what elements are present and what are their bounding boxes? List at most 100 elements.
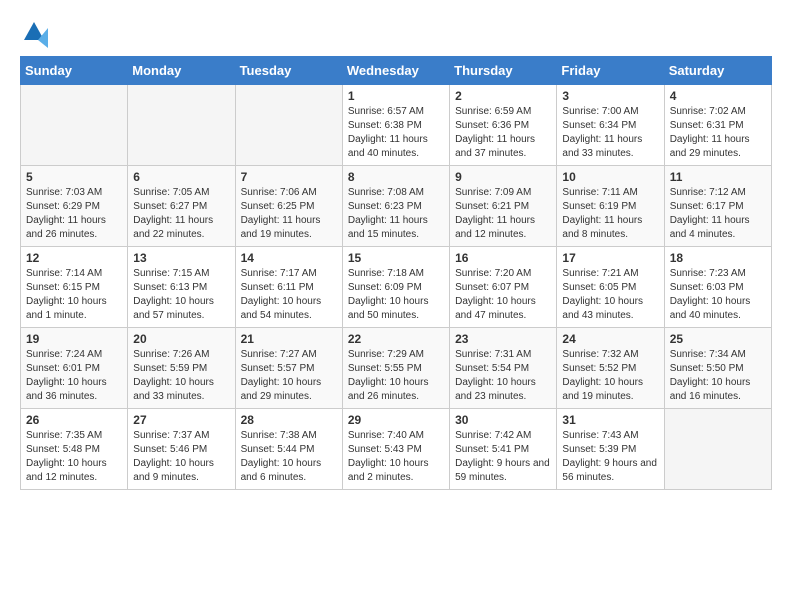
day-info: Sunrise: 7:27 AMSunset: 5:57 PMDaylight:…	[241, 348, 337, 404]
day-cell-3: 3 Sunrise: 7:00 AMSunset: 6:34 PMDayligh…	[557, 85, 664, 166]
day-cell-23: 23 Sunrise: 7:31 AMSunset: 5:54 PMDaylig…	[450, 328, 557, 409]
day-info: Sunrise: 6:57 AMSunset: 6:38 PMDaylight:…	[348, 105, 444, 161]
day-info: Sunrise: 7:09 AMSunset: 6:21 PMDaylight:…	[455, 186, 551, 242]
day-number: 16	[455, 251, 551, 265]
day-info: Sunrise: 7:03 AMSunset: 6:29 PMDaylight:…	[26, 186, 122, 242]
day-number: 3	[562, 89, 658, 103]
day-cell-28: 28 Sunrise: 7:38 AMSunset: 5:44 PMDaylig…	[235, 409, 342, 490]
empty-cell	[235, 85, 342, 166]
empty-cell	[128, 85, 235, 166]
weekday-header-row: SundayMondayTuesdayWednesdayThursdayFrid…	[21, 57, 772, 85]
day-cell-14: 14 Sunrise: 7:17 AMSunset: 6:11 PMDaylig…	[235, 247, 342, 328]
weekday-tuesday: Tuesday	[235, 57, 342, 85]
day-info: Sunrise: 7:26 AMSunset: 5:59 PMDaylight:…	[133, 348, 229, 404]
day-info: Sunrise: 7:43 AMSunset: 5:39 PMDaylight:…	[562, 429, 658, 485]
day-number: 21	[241, 332, 337, 346]
week-row-5: 26 Sunrise: 7:35 AMSunset: 5:48 PMDaylig…	[21, 409, 772, 490]
calendar: SundayMondayTuesdayWednesdayThursdayFrid…	[20, 56, 772, 490]
day-number: 25	[670, 332, 766, 346]
day-cell-11: 11 Sunrise: 7:12 AMSunset: 6:17 PMDaylig…	[664, 166, 771, 247]
day-cell-19: 19 Sunrise: 7:24 AMSunset: 6:01 PMDaylig…	[21, 328, 128, 409]
day-number: 4	[670, 89, 766, 103]
day-info: Sunrise: 7:34 AMSunset: 5:50 PMDaylight:…	[670, 348, 766, 404]
day-number: 20	[133, 332, 229, 346]
day-number: 17	[562, 251, 658, 265]
week-row-4: 19 Sunrise: 7:24 AMSunset: 6:01 PMDaylig…	[21, 328, 772, 409]
day-cell-22: 22 Sunrise: 7:29 AMSunset: 5:55 PMDaylig…	[342, 328, 449, 409]
day-number: 22	[348, 332, 444, 346]
day-cell-5: 5 Sunrise: 7:03 AMSunset: 6:29 PMDayligh…	[21, 166, 128, 247]
day-info: Sunrise: 7:35 AMSunset: 5:48 PMDaylight:…	[26, 429, 122, 485]
empty-cell	[664, 409, 771, 490]
day-cell-13: 13 Sunrise: 7:15 AMSunset: 6:13 PMDaylig…	[128, 247, 235, 328]
day-number: 28	[241, 413, 337, 427]
day-number: 15	[348, 251, 444, 265]
weekday-wednesday: Wednesday	[342, 57, 449, 85]
day-number: 2	[455, 89, 551, 103]
week-row-2: 5 Sunrise: 7:03 AMSunset: 6:29 PMDayligh…	[21, 166, 772, 247]
day-cell-6: 6 Sunrise: 7:05 AMSunset: 6:27 PMDayligh…	[128, 166, 235, 247]
weekday-friday: Friday	[557, 57, 664, 85]
day-number: 7	[241, 170, 337, 184]
day-info: Sunrise: 7:29 AMSunset: 5:55 PMDaylight:…	[348, 348, 444, 404]
day-info: Sunrise: 7:06 AMSunset: 6:25 PMDaylight:…	[241, 186, 337, 242]
day-info: Sunrise: 6:59 AMSunset: 6:36 PMDaylight:…	[455, 105, 551, 161]
weekday-thursday: Thursday	[450, 57, 557, 85]
day-number: 26	[26, 413, 122, 427]
day-cell-20: 20 Sunrise: 7:26 AMSunset: 5:59 PMDaylig…	[128, 328, 235, 409]
day-number: 5	[26, 170, 122, 184]
day-number: 12	[26, 251, 122, 265]
day-info: Sunrise: 7:12 AMSunset: 6:17 PMDaylight:…	[670, 186, 766, 242]
day-number: 13	[133, 251, 229, 265]
day-cell-31: 31 Sunrise: 7:43 AMSunset: 5:39 PMDaylig…	[557, 409, 664, 490]
day-cell-8: 8 Sunrise: 7:08 AMSunset: 6:23 PMDayligh…	[342, 166, 449, 247]
weekday-sunday: Sunday	[21, 57, 128, 85]
day-number: 8	[348, 170, 444, 184]
day-info: Sunrise: 7:15 AMSunset: 6:13 PMDaylight:…	[133, 267, 229, 323]
day-cell-16: 16 Sunrise: 7:20 AMSunset: 6:07 PMDaylig…	[450, 247, 557, 328]
day-cell-1: 1 Sunrise: 6:57 AMSunset: 6:38 PMDayligh…	[342, 85, 449, 166]
logo	[20, 20, 52, 48]
day-info: Sunrise: 7:00 AMSunset: 6:34 PMDaylight:…	[562, 105, 658, 161]
day-number: 14	[241, 251, 337, 265]
day-cell-2: 2 Sunrise: 6:59 AMSunset: 6:36 PMDayligh…	[450, 85, 557, 166]
day-cell-17: 17 Sunrise: 7:21 AMSunset: 6:05 PMDaylig…	[557, 247, 664, 328]
day-cell-26: 26 Sunrise: 7:35 AMSunset: 5:48 PMDaylig…	[21, 409, 128, 490]
day-info: Sunrise: 7:42 AMSunset: 5:41 PMDaylight:…	[455, 429, 551, 485]
day-cell-10: 10 Sunrise: 7:11 AMSunset: 6:19 PMDaylig…	[557, 166, 664, 247]
day-info: Sunrise: 7:20 AMSunset: 6:07 PMDaylight:…	[455, 267, 551, 323]
day-cell-9: 9 Sunrise: 7:09 AMSunset: 6:21 PMDayligh…	[450, 166, 557, 247]
weekday-saturday: Saturday	[664, 57, 771, 85]
day-number: 27	[133, 413, 229, 427]
day-info: Sunrise: 7:40 AMSunset: 5:43 PMDaylight:…	[348, 429, 444, 485]
day-cell-27: 27 Sunrise: 7:37 AMSunset: 5:46 PMDaylig…	[128, 409, 235, 490]
header	[20, 20, 772, 48]
day-number: 9	[455, 170, 551, 184]
day-number: 24	[562, 332, 658, 346]
day-cell-15: 15 Sunrise: 7:18 AMSunset: 6:09 PMDaylig…	[342, 247, 449, 328]
day-info: Sunrise: 7:08 AMSunset: 6:23 PMDaylight:…	[348, 186, 444, 242]
day-number: 11	[670, 170, 766, 184]
empty-cell	[21, 85, 128, 166]
day-number: 1	[348, 89, 444, 103]
day-info: Sunrise: 7:23 AMSunset: 6:03 PMDaylight:…	[670, 267, 766, 323]
day-info: Sunrise: 7:14 AMSunset: 6:15 PMDaylight:…	[26, 267, 122, 323]
day-number: 10	[562, 170, 658, 184]
day-cell-24: 24 Sunrise: 7:32 AMSunset: 5:52 PMDaylig…	[557, 328, 664, 409]
day-number: 18	[670, 251, 766, 265]
day-cell-21: 21 Sunrise: 7:27 AMSunset: 5:57 PMDaylig…	[235, 328, 342, 409]
day-cell-30: 30 Sunrise: 7:42 AMSunset: 5:41 PMDaylig…	[450, 409, 557, 490]
day-info: Sunrise: 7:11 AMSunset: 6:19 PMDaylight:…	[562, 186, 658, 242]
week-row-3: 12 Sunrise: 7:14 AMSunset: 6:15 PMDaylig…	[21, 247, 772, 328]
day-cell-25: 25 Sunrise: 7:34 AMSunset: 5:50 PMDaylig…	[664, 328, 771, 409]
day-number: 6	[133, 170, 229, 184]
page: SundayMondayTuesdayWednesdayThursdayFrid…	[0, 0, 792, 500]
day-number: 30	[455, 413, 551, 427]
day-cell-18: 18 Sunrise: 7:23 AMSunset: 6:03 PMDaylig…	[664, 247, 771, 328]
day-info: Sunrise: 7:05 AMSunset: 6:27 PMDaylight:…	[133, 186, 229, 242]
day-info: Sunrise: 7:17 AMSunset: 6:11 PMDaylight:…	[241, 267, 337, 323]
day-info: Sunrise: 7:38 AMSunset: 5:44 PMDaylight:…	[241, 429, 337, 485]
day-info: Sunrise: 7:37 AMSunset: 5:46 PMDaylight:…	[133, 429, 229, 485]
day-info: Sunrise: 7:21 AMSunset: 6:05 PMDaylight:…	[562, 267, 658, 323]
weekday-monday: Monday	[128, 57, 235, 85]
